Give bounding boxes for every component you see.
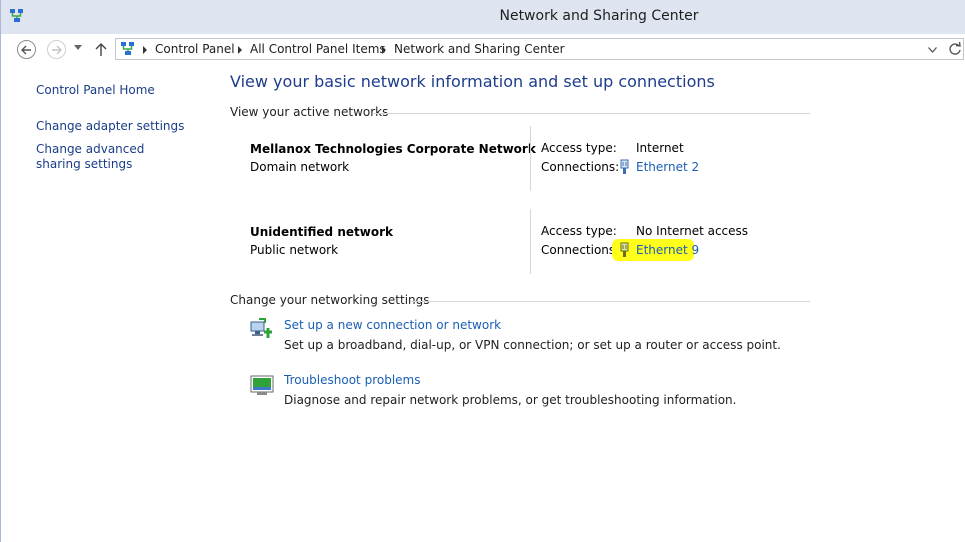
network-type: Domain network: [250, 160, 350, 174]
troubleshoot-link[interactable]: Troubleshoot problems: [284, 373, 420, 387]
section-divider: [410, 301, 810, 302]
access-type-label: Access type:: [541, 224, 617, 238]
refresh-icon[interactable]: [948, 41, 962, 57]
ethernet-icon: [620, 159, 629, 174]
window-title: Network and Sharing Center: [499, 8, 699, 24]
ethernet-9-link[interactable]: Ethernet 9: [636, 243, 699, 257]
breadcrumb-chevron-icon[interactable]: [238, 46, 242, 54]
title-bar: Network and Sharing Center: [1, 0, 965, 35]
access-type-value: Internet: [636, 141, 684, 155]
main-content: View your basic network information and …: [219, 66, 965, 542]
section-divider: [374, 113, 810, 114]
setup-connection-link[interactable]: Set up a new connection or network: [284, 318, 501, 332]
forward-button[interactable]: [47, 40, 66, 59]
networking-settings-heading: Change your networking settings: [230, 293, 430, 307]
connections-label: Connections:: [541, 243, 620, 257]
change-advanced-sharing-link[interactable]: Change advanced sharing settings: [36, 142, 186, 172]
window: Network and Sharing Center Control Panel…: [0, 0, 965, 542]
vertical-divider: [530, 209, 531, 274]
setup-connection-description: Set up a broadband, dial-up, or VPN conn…: [284, 338, 781, 352]
control-panel-home-link[interactable]: Control Panel Home: [36, 83, 211, 98]
network-name: Unidentified network: [250, 225, 393, 239]
page-title: View your basic network information and …: [230, 72, 715, 91]
troubleshoot-icon: [250, 375, 274, 395]
control-panel-icon: [121, 42, 134, 55]
breadcrumb-network-center[interactable]: Network and Sharing Center: [394, 42, 565, 56]
change-adapter-settings-link[interactable]: Change adapter settings: [36, 119, 211, 134]
navigation-bar: Control Panel All Control Panel Items Ne…: [1, 34, 965, 66]
troubleshoot-description: Diagnose and repair network problems, or…: [284, 393, 737, 407]
breadcrumb-chevron-icon[interactable]: [382, 46, 386, 54]
back-button[interactable]: [17, 40, 36, 59]
access-type-label: Access type:: [541, 141, 617, 155]
breadcrumb-all-items[interactable]: All Control Panel Items: [250, 42, 386, 56]
address-dropdown-icon[interactable]: [928, 47, 937, 53]
network-name: Mellanox Technologies Corporate Network: [250, 142, 536, 156]
vertical-divider: [530, 126, 531, 191]
connections-label: Connections:: [541, 160, 620, 174]
up-arrow-icon[interactable]: [95, 42, 107, 56]
left-pane: Control Panel Home Change adapter settin…: [1, 66, 219, 542]
ethernet-icon: [620, 242, 629, 257]
new-connection-icon: [250, 318, 272, 338]
recent-locations-dropdown-icon[interactable]: [74, 45, 82, 50]
access-type-value: No Internet access: [636, 224, 749, 238]
forward-arrow-icon: [52, 45, 62, 54]
breadcrumb-chevron-icon[interactable]: [143, 46, 147, 54]
breadcrumb-control-panel[interactable]: Control Panel: [155, 42, 235, 56]
back-arrow-icon: [21, 45, 31, 54]
active-networks-heading: View your active networks: [230, 105, 389, 119]
network-type: Public network: [250, 243, 339, 257]
address-bar[interactable]: Control Panel All Control Panel Items Ne…: [115, 38, 964, 60]
ethernet-2-link[interactable]: Ethernet 2: [636, 160, 699, 174]
